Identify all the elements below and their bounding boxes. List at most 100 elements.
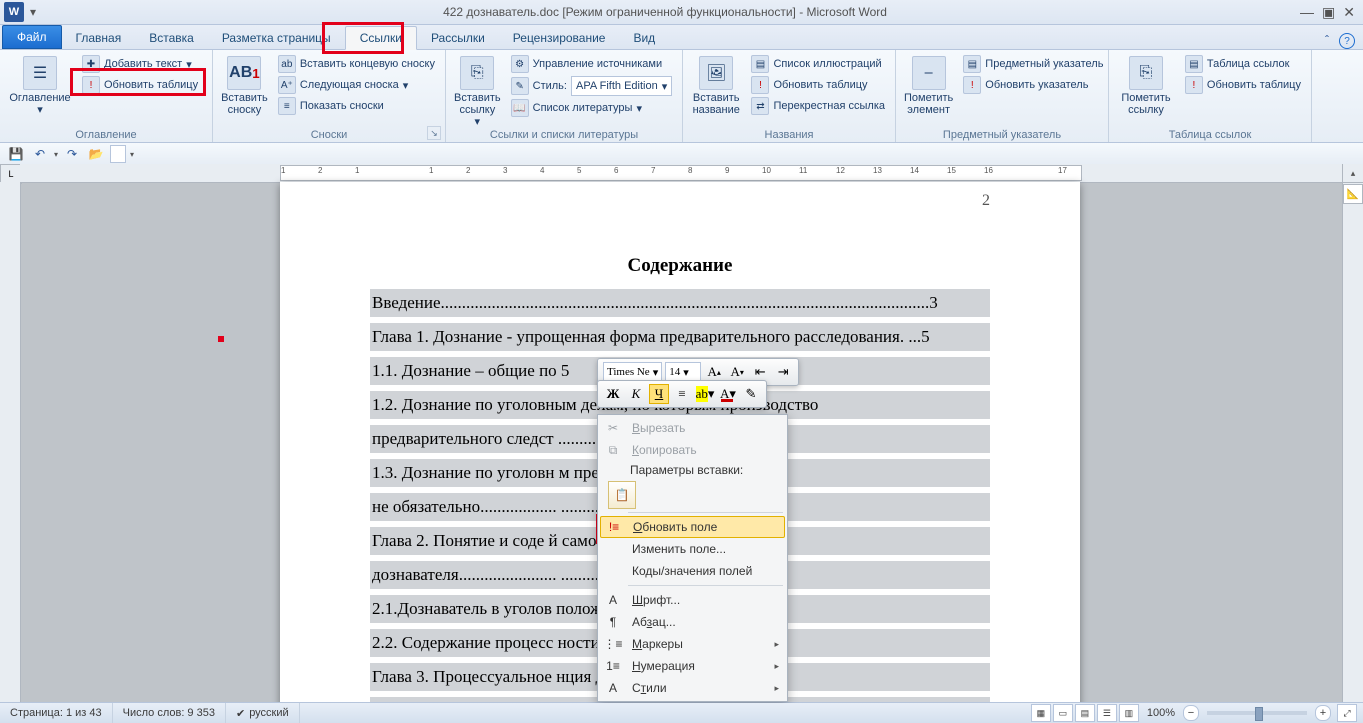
- ctx-paragraph[interactable]: ¶Абзац...: [600, 611, 785, 633]
- close-icon[interactable]: ✕: [1343, 4, 1355, 21]
- ctx-font[interactable]: AШрифт...: [600, 589, 785, 611]
- font-family-field[interactable]: Times Ne ▾: [603, 362, 662, 382]
- tab-references[interactable]: Ссылки: [345, 26, 417, 50]
- ctx-numbering[interactable]: 1≡Нумерация▸: [600, 655, 785, 677]
- italic-button[interactable]: К: [626, 384, 646, 404]
- show-footnotes-button[interactable]: ≡Показать сноски: [274, 96, 439, 116]
- mark-citation-button[interactable]: ⎘ Пометить ссылку: [1115, 54, 1177, 116]
- increase-indent-icon[interactable]: ⇥: [773, 362, 793, 382]
- style-dropdown[interactable]: ✎Стиль: APA Fifth Edition ▾: [507, 75, 677, 97]
- view-full-screen[interactable]: ▭: [1053, 704, 1073, 722]
- subject-index-button[interactable]: ▤Предметный указатель: [959, 54, 1107, 74]
- tab-view[interactable]: Вид: [619, 27, 669, 49]
- font-color-icon[interactable]: A▾: [718, 384, 738, 404]
- ctx-bullets[interactable]: ⋮≡Маркеры▸: [600, 633, 785, 655]
- status-page[interactable]: Страница: 1 из 43: [0, 703, 113, 723]
- view-web[interactable]: ▤: [1075, 704, 1095, 722]
- update-captions-button[interactable]: !Обновить таблицу: [747, 75, 889, 95]
- mini-toolbar-row2: Ж К Ч ≡ ab▾ A▾ ✎: [597, 380, 767, 408]
- font-size-field[interactable]: 14 ▾: [665, 362, 701, 382]
- manage-sources-button[interactable]: ⚙Управление источниками: [507, 54, 677, 74]
- status-language[interactable]: ✔русский: [226, 703, 300, 723]
- tab-insert[interactable]: Вставка: [135, 27, 208, 49]
- horizontal-ruler[interactable]: 1211234567891011121314151617: [20, 164, 1343, 183]
- toc-entry[interactable]: Глава 1. Дознание - упрощенная форма пре…: [370, 323, 990, 351]
- save-button[interactable]: 💾: [6, 144, 26, 164]
- ruler-toggle-icon[interactable]: 📐: [1343, 184, 1363, 204]
- insert-caption-button[interactable]: 🖼 Вставить название: [689, 54, 743, 116]
- scroll-up-button[interactable]: ▴: [1343, 164, 1363, 183]
- update-toc-button[interactable]: !Обновить таблицу: [78, 75, 202, 95]
- illustrations-button[interactable]: ▤Список иллюстраций: [747, 54, 889, 74]
- tab-file[interactable]: Файл: [2, 25, 62, 49]
- highlight-color-icon[interactable]: ab▾: [695, 384, 715, 404]
- zoom-out-button[interactable]: −: [1183, 705, 1199, 721]
- insertion-marker: [218, 336, 224, 342]
- ctx-copy[interactable]: ⧉Копировать: [600, 439, 785, 461]
- ruler-corner[interactable]: L: [0, 164, 22, 184]
- paste-option-icon[interactable]: 📋: [608, 481, 636, 509]
- caption-icon: 🖼: [699, 56, 733, 90]
- vertical-ruler[interactable]: [0, 182, 21, 703]
- underline-button[interactable]: Ч: [649, 384, 669, 404]
- open-folder-button[interactable]: 📂: [86, 144, 106, 164]
- minimize-ribbon-icon[interactable]: ˆ: [1325, 33, 1329, 49]
- ctx-field-codes[interactable]: Коды/значения полей: [600, 560, 785, 582]
- align-center-icon[interactable]: ≡: [672, 384, 692, 404]
- toa-button[interactable]: ▤Таблица ссылок: [1181, 54, 1305, 74]
- app-icon: W: [4, 2, 24, 22]
- ctx-update-field[interactable]: !≡Обновить поле: [600, 516, 785, 538]
- view-outline[interactable]: ☰: [1097, 704, 1117, 722]
- format-painter-icon[interactable]: ✎: [741, 384, 761, 404]
- help-icon[interactable]: ?: [1339, 33, 1355, 49]
- restore-icon[interactable]: ▣: [1322, 4, 1335, 21]
- zoom-slider[interactable]: [1207, 711, 1307, 715]
- show-icon: ≡: [278, 97, 296, 115]
- ctx-cut[interactable]: ✂Вырезать: [600, 417, 785, 439]
- ctx-edit-field[interactable]: Изменить поле...: [600, 538, 785, 560]
- new-doc-button[interactable]: [110, 145, 126, 163]
- view-draft[interactable]: ▥: [1119, 704, 1139, 722]
- update-index-button[interactable]: !Обновить указатель: [959, 75, 1107, 95]
- add-text-icon: ✚: [82, 55, 100, 73]
- insert-footnote-button[interactable]: AB1 Вставить сноску: [219, 54, 270, 116]
- view-print-layout[interactable]: ▦: [1031, 704, 1051, 722]
- update-toa-button[interactable]: !Обновить таблицу: [1181, 75, 1305, 95]
- toc-button[interactable]: ☰ Оглавление▾: [6, 54, 74, 116]
- tab-review[interactable]: Рецензирование: [499, 27, 620, 49]
- bibliography-button[interactable]: 📖Список литературы ▾: [507, 98, 677, 118]
- next-footnote-button[interactable]: A⁺Следующая сноска ▾: [274, 75, 439, 95]
- ctx-styles[interactable]: AСтили▸: [600, 677, 785, 699]
- decrease-indent-icon[interactable]: ⇤: [750, 362, 770, 382]
- group-footnotes-label: Сноски: [213, 129, 445, 141]
- shrink-font-icon[interactable]: A▾: [727, 362, 747, 382]
- grow-font-icon[interactable]: A▴: [704, 362, 724, 382]
- status-word-count[interactable]: Число слов: 9 353: [113, 703, 226, 723]
- zoom-level[interactable]: 100%: [1147, 707, 1175, 719]
- group-citations-label: Ссылки и списки литературы: [446, 129, 682, 141]
- redo-button[interactable]: ↷: [62, 144, 82, 164]
- zoom-fit-button[interactable]: ⤢: [1337, 704, 1357, 722]
- document-area: L 1211234567891011121314151617 ▴ 📐 2 Сод…: [0, 164, 1363, 703]
- tab-layout[interactable]: Разметка страницы: [208, 27, 345, 49]
- undo-button[interactable]: ↶: [30, 144, 50, 164]
- style-icon: ✎: [511, 77, 529, 95]
- minimize-icon[interactable]: ―: [1300, 4, 1314, 21]
- tab-home[interactable]: Главная: [62, 27, 136, 49]
- ctx-paste-options-label: Параметры вставки:: [600, 461, 785, 479]
- bold-button[interactable]: Ж: [603, 384, 623, 404]
- insert-citation-button[interactable]: ⎘ Вставить ссылку▾: [452, 54, 503, 128]
- mark-entry-button[interactable]: ⎯ Пометить элемент: [902, 54, 955, 116]
- qat-dropdown-icon[interactable]: ▾: [28, 5, 38, 19]
- upd-toa-icon: !: [1185, 76, 1203, 94]
- footnotes-launcher[interactable]: ↘: [427, 126, 441, 140]
- insert-endnote-button[interactable]: abВставить концевую сноску: [274, 54, 439, 74]
- group-captions-label: Названия: [683, 129, 895, 141]
- zoom-in-button[interactable]: +: [1315, 705, 1331, 721]
- cross-reference-button[interactable]: ⇄Перекрестная ссылка: [747, 96, 889, 116]
- mark-cit-icon: ⎘: [1129, 56, 1163, 90]
- toc-entry[interactable]: Введение................................…: [370, 289, 990, 317]
- add-text-button[interactable]: ✚Добавить текст ▾: [78, 54, 202, 74]
- tab-mailings[interactable]: Рассылки: [417, 27, 499, 49]
- bullets-icon: ⋮≡: [602, 634, 624, 654]
